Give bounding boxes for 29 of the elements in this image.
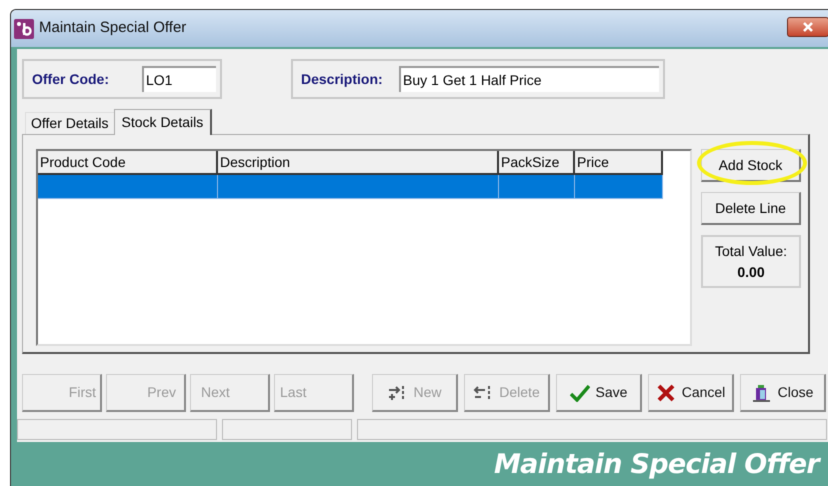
table-cell[interactable] [38, 175, 218, 199]
action-button[interactable]: Close [740, 374, 826, 412]
table-cell[interactable] [575, 175, 663, 199]
description-label: Description: [301, 70, 384, 89]
table-cell[interactable] [218, 175, 499, 199]
column-header[interactable]: Description [218, 151, 499, 175]
stock-button[interactable]: Add Stock [701, 149, 801, 182]
tab[interactable]: Offer Details [25, 112, 114, 134]
tab[interactable]: Stock Details [114, 109, 212, 135]
cross-icon [656, 384, 676, 402]
total-value: 0.00 [737, 262, 765, 282]
column-header[interactable]: PackSize [499, 151, 575, 175]
app-icon [14, 18, 34, 38]
banner-title: Maintain Special Offer [494, 448, 819, 482]
action-button[interactable]: Cancel [648, 374, 734, 412]
checkmark-icon [570, 384, 590, 402]
column-header[interactable]: Product Code [38, 151, 218, 175]
offer-code-label: Offer Code: [32, 70, 110, 88]
window-title: Maintain Special Offer [39, 18, 186, 38]
stock-button[interactable]: Delete Line [701, 192, 801, 225]
action-button[interactable]: Save [556, 374, 642, 412]
exit-door-icon [752, 384, 772, 402]
close-icon [802, 22, 814, 32]
total-value-label: Total Value: [714, 242, 788, 260]
description-field[interactable]: Buy 1 Get 1 Half Price [399, 66, 659, 92]
table-cell[interactable] [499, 175, 575, 199]
column-header[interactable]: Price [575, 151, 663, 175]
offer-code-field[interactable]: LO1 [142, 66, 216, 92]
close-button[interactable] [787, 17, 828, 37]
